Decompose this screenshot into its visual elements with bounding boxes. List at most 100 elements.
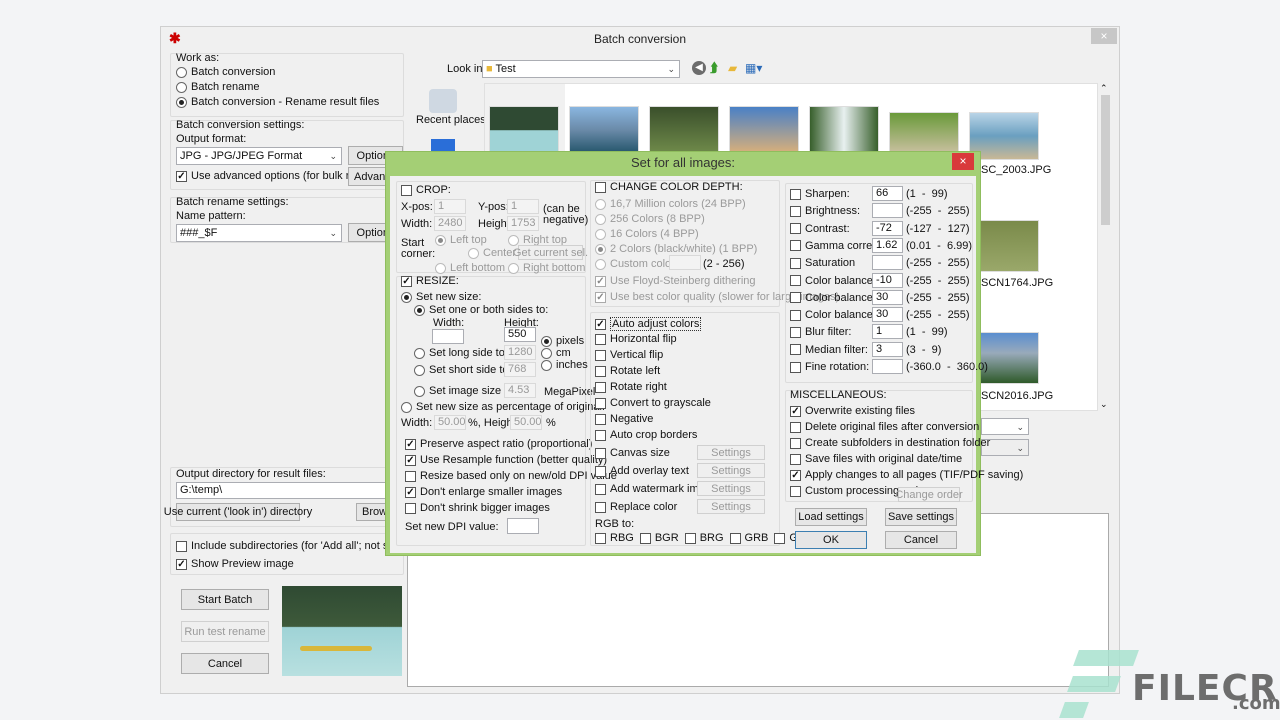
effect-settings-button[interactable]: Settings [697,445,765,460]
window-close-button[interactable]: × [1091,28,1117,44]
run-test-rename-button[interactable]: Run test rename [181,621,269,642]
get-current-sel-button[interactable]: Get current sel. [513,245,588,260]
unit-inches-radio[interactable]: inches [541,359,588,371]
transform-checkbox[interactable]: Rotate right [595,381,667,393]
adjustment-checkbox[interactable]: Saturation [790,257,855,269]
resize-width-input[interactable] [432,329,464,344]
rgb-brg-checkbox[interactable]: BRG [684,532,724,544]
transform-checkbox[interactable]: ✓ Auto adjust colors [595,317,702,331]
set-percentage-radio[interactable]: Set new size as percentage of original: [401,401,605,413]
file-name[interactable]: SC_2003.JPG [981,164,1051,176]
effect-checkbox[interactable]: Canvas size [595,447,670,459]
rgb-grb-checkbox[interactable]: GRB [729,532,768,544]
back-icon[interactable]: ◀ [692,61,706,75]
set-new-size-radio[interactable]: Set new size: [401,291,481,303]
dont-shrink-checkbox[interactable]: Don't shrink bigger images [405,502,550,514]
transform-checkbox[interactable]: Rotate left [595,365,660,377]
adjustment-value-input[interactable]: -10 [872,272,903,288]
corner-center[interactable]: Center [468,247,516,259]
file-list-scrollbar[interactable]: ⌃ ⌄ [1098,83,1112,411]
effect-settings-button[interactable]: Settings [697,499,765,514]
use-resample-checkbox[interactable]: ✓ Use Resample function (better quality) [405,454,607,466]
set-long-side-radio[interactable]: Set long side to: [414,347,508,359]
corner-left-bottom[interactable]: Left bottom [435,262,505,274]
depth-1bpp-radio[interactable]: 2 Colors (black/white) (1 BPP) [595,243,757,255]
corner-left-top[interactable]: Left top [435,234,487,246]
adjustment-checkbox[interactable]: Blur filter: [790,326,851,338]
set-short-side-radio[interactable]: Set short side to: [414,364,512,376]
crop-width-input[interactable]: 2480 [434,216,466,231]
ypos-input[interactable]: 1 [507,199,539,214]
use-current-directory-button[interactable]: Use current ('look in') directory [164,503,312,521]
radio-batch-rename[interactable]: Batch rename [176,81,259,93]
dialog-cancel-button[interactable]: Cancel [885,531,957,549]
transform-checkbox[interactable]: Convert to grayscale [595,397,711,409]
unit-pixels-radio[interactable]: pixels [541,335,584,347]
transform-checkbox[interactable]: Negative [595,413,653,425]
set-image-size-radio[interactable]: Set image size to: [414,385,516,397]
scrollbar-thumb[interactable] [1101,95,1110,225]
effect-settings-button[interactable]: Settings [697,481,765,496]
file-thumbnail[interactable] [649,106,719,154]
misc-checkbox[interactable]: Save files with original date/time [790,453,962,465]
save-settings-button[interactable]: Save settings [885,508,957,526]
adjustment-checkbox[interactable]: Median filter: [790,344,868,356]
xpos-input[interactable]: 1 [434,199,466,214]
transform-checkbox[interactable]: Vertical flip [595,349,663,361]
transform-checkbox[interactable]: Horizontal flip [595,333,677,345]
depth-4bpp-radio[interactable]: 16 Colors (4 BPP) [595,228,699,240]
name-pattern-select[interactable]: ###_$F ⌄ [176,224,342,242]
depth-8bpp-radio[interactable]: 256 Colors (8 BPP) [595,213,705,225]
adjustment-checkbox[interactable]: Sharpen: [790,188,850,200]
effect-settings-button[interactable]: Settings [697,463,765,478]
adjustment-value-input[interactable] [872,203,903,219]
look-in-select[interactable]: ■ Test ⌄ [482,60,680,78]
recent-places-label[interactable]: Recent places [416,114,486,126]
misc-checkbox[interactable]: Create subfolders in destination folder [790,437,990,449]
floyd-steinberg-checkbox[interactable]: ✓ Use Floyd-Steinberg dithering [595,275,756,287]
show-preview-checkbox[interactable]: ✓ Show Preview image [176,558,294,570]
change-order-button[interactable]: Change order [895,487,963,502]
file-name[interactable]: SCN2016.JPG [981,390,1053,402]
pct-height-input[interactable]: 50.00 [510,415,542,430]
adjustment-value-input[interactable]: 1.62 [872,237,903,253]
misc-checkbox[interactable]: ✓ Overwrite existing files [790,405,915,417]
dialog-close-button[interactable]: × [952,153,974,170]
file-thumbnail[interactable] [569,106,639,154]
pct-width-input[interactable]: 50.00 [434,415,466,430]
radio-batch-conversion[interactable]: Batch conversion [176,66,275,78]
resize-checkbox[interactable]: ✓ RESIZE: [401,275,459,287]
adjustment-checkbox[interactable]: Fine rotation: [790,361,869,373]
load-settings-button[interactable]: Load settings [795,508,867,526]
adjustment-value-input[interactable] [872,359,903,374]
file-thumbnail[interactable] [489,106,559,154]
resize-dpi-checkbox[interactable]: Resize based only on new/old DPI value [405,470,617,482]
start-batch-button[interactable]: Start Batch [181,589,269,610]
adjustment-value-input[interactable]: 30 [872,307,903,323]
adjustment-value-input[interactable]: 3 [872,341,903,357]
preserve-aspect-checkbox[interactable]: ✓ Preserve aspect ratio (proportional) [405,438,592,450]
up-folder-icon[interactable]: ⮭ [710,60,718,76]
adjustment-value-input[interactable]: 30 [872,289,903,305]
file-thumbnail[interactable] [809,106,879,154]
crop-height-input[interactable]: 1753 [507,216,539,231]
crop-checkbox[interactable]: CROP: [401,184,451,196]
output-directory-input[interactable]: G:\temp\ [176,482,402,499]
dont-enlarge-checkbox[interactable]: ✓ Don't enlarge smaller images [405,486,562,498]
effect-checkbox[interactable]: Replace color [595,501,677,513]
corner-right-bottom[interactable]: Right bottom [508,262,585,274]
misc-checkbox[interactable]: ✓ Apply changes to all pages (TIF/PDF sav… [790,469,1023,481]
ok-button[interactable]: OK [795,531,867,549]
long-side-input[interactable]: 1280 [504,345,536,360]
depth-24bpp-radio[interactable]: 16,7 Million colors (24 BPP) [595,198,746,210]
resize-height-input[interactable]: 550 [504,327,536,342]
adjustment-value-input[interactable]: 1 [872,324,903,340]
cancel-button[interactable]: Cancel [181,653,269,674]
short-side-input[interactable]: 768 [504,362,536,377]
unit-cm-radio[interactable]: cm [541,347,571,359]
image-size-input[interactable]: 4.53 [504,383,536,398]
rgb-rbg-checkbox[interactable]: RBG [595,532,634,544]
right-select-1[interactable]: ⌄ [981,418,1029,435]
dpi-input[interactable] [507,518,539,534]
radio-batch-conversion-rename[interactable]: Batch conversion - Rename result files [176,96,379,108]
